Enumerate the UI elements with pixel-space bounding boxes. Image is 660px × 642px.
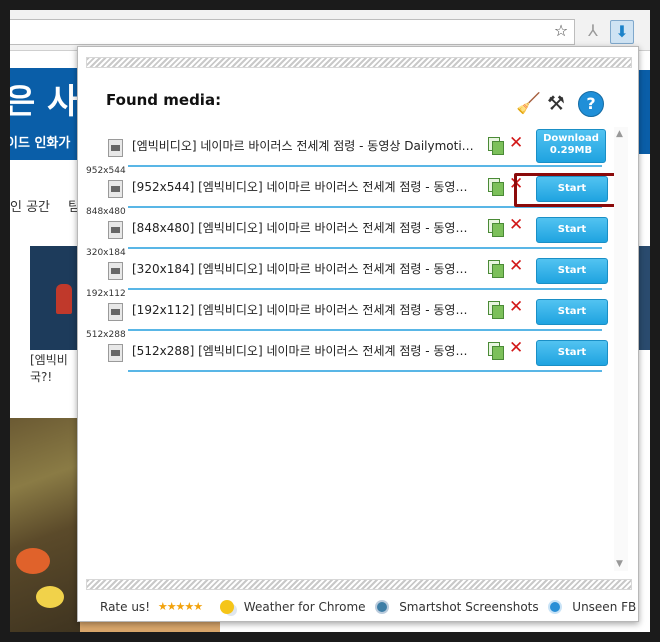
popup-title: Found media: bbox=[106, 91, 222, 109]
media-name: [320x184] [엠빅비디오] 네이마르 바이러스 전세계 점령 - 동영상… bbox=[132, 262, 476, 276]
copy-link-icon[interactable] bbox=[488, 342, 504, 360]
weather-icon bbox=[219, 599, 234, 614]
media-downloader-popup: Found media: 🧹 ⚒ ? [엠빅비디오] 네이마르 바이러스 전세계… bbox=[77, 46, 639, 622]
copy-link-icon[interactable] bbox=[488, 219, 504, 237]
copy-link-icon[interactable] bbox=[488, 178, 504, 196]
video-file-icon bbox=[108, 303, 123, 321]
media-resolution: 320x184 bbox=[86, 248, 126, 258]
video-caption[interactable]: [엠빅비 국?! bbox=[30, 352, 68, 386]
caption-line-2: 국?! bbox=[30, 370, 53, 384]
smartshot-link[interactable]: Smartshot Screenshots bbox=[399, 600, 538, 614]
unseen-link[interactable]: Unseen FB bbox=[572, 600, 636, 614]
scroll-up-icon[interactable]: ▲ bbox=[616, 129, 623, 139]
download-extension-icon[interactable]: ⬇ bbox=[610, 20, 634, 44]
scroll-down-icon[interactable]: ▼ bbox=[616, 559, 623, 569]
media-item: [엠빅비디오] 네이마르 바이러스 전세계 점령 - 동영상 Dailymoti… bbox=[78, 127, 614, 167]
media-name: [엠빅비디오] 네이마르 바이러스 전세계 점령 - 동영상 Dailymoti… bbox=[132, 139, 476, 153]
browser-toolbar: ☆ ⅄ ⬇ bbox=[10, 10, 650, 51]
page-banner: 은 사건 이드 인화가 bbox=[10, 68, 80, 160]
banner-subheading: 이드 인화가 bbox=[10, 136, 71, 151]
browser-window: ☆ ⅄ ⬇ 은 사건 이드 인화가 인 공간 팀 [엠빅비 국?! Found … bbox=[10, 10, 650, 632]
start-button[interactable]: Start bbox=[536, 258, 608, 284]
video-file-icon bbox=[108, 180, 123, 198]
unseen-icon bbox=[548, 599, 563, 614]
video-file-icon bbox=[108, 139, 123, 157]
popup-top-divider bbox=[86, 57, 632, 68]
media-resolution: 512x288 bbox=[86, 330, 126, 340]
delete-icon[interactable]: ✕ bbox=[509, 297, 523, 317]
media-item: 512x288 [512x288] [엠빅비디오] 네이마르 바이러스 전세계 … bbox=[78, 330, 614, 372]
help-icon[interactable]: ? bbox=[578, 91, 604, 117]
popup-scrollbar[interactable]: ▲ ▼ bbox=[614, 127, 628, 571]
media-item: 320x184 [320x184] [엠빅비디오] 네이마르 바이러스 전세계 … bbox=[78, 248, 614, 290]
delete-icon[interactable]: ✕ bbox=[509, 338, 523, 358]
video-thumbnail-right[interactable] bbox=[638, 246, 650, 350]
star-icon[interactable]: ☆ bbox=[550, 20, 572, 42]
media-name: [848x480] [엠빅비디오] 네이마르 바이러스 전세계 점령 - 동영상… bbox=[132, 221, 476, 235]
download-button-label: Download bbox=[543, 133, 599, 144]
download-size: 0.29MB bbox=[549, 145, 593, 156]
media-name: [512x288] [엠빅비디오] 네이마르 바이러스 전세계 점령 - 동영상… bbox=[132, 344, 476, 358]
address-bar[interactable] bbox=[10, 19, 575, 45]
start-button[interactable]: Start bbox=[536, 299, 608, 325]
page-nav-text[interactable]: 인 공간 bbox=[10, 196, 50, 215]
rating-stars-icon[interactable]: ★★★★★ bbox=[158, 600, 203, 613]
download-button[interactable]: Download 0.29MB bbox=[536, 129, 606, 163]
media-name: [952x544] [엠빅비디오] 네이마르 바이러스 전세계 점령 - 동영상… bbox=[132, 180, 476, 194]
video-file-icon bbox=[108, 221, 123, 239]
smartshot-icon bbox=[375, 599, 390, 614]
rate-us-link[interactable]: Rate us! bbox=[100, 600, 150, 614]
copy-link-icon[interactable] bbox=[488, 137, 504, 155]
video-file-icon bbox=[108, 262, 123, 280]
popup-footer: Rate us! ★★★★★ Weather for Chrome Smarts… bbox=[100, 599, 636, 617]
media-item: 192x112 [192x112] [엠빅비디오] 네이마르 바이러스 전세계 … bbox=[78, 289, 614, 331]
page-banner-right bbox=[638, 70, 650, 154]
start-button[interactable]: Start bbox=[536, 340, 608, 366]
delete-icon[interactable]: ✕ bbox=[509, 256, 523, 276]
highlight-box bbox=[514, 173, 620, 207]
weather-link[interactable]: Weather for Chrome bbox=[244, 600, 366, 614]
media-item: 848x480 [848x480] [엠빅비디오] 네이마르 바이러스 전세계 … bbox=[78, 207, 614, 249]
popup-bottom-divider bbox=[86, 579, 632, 590]
media-name: [192x112] [엠빅비디오] 네이마르 바이러스 전세계 점령 - 동영상… bbox=[132, 303, 476, 317]
delete-icon[interactable]: ✕ bbox=[509, 215, 523, 235]
tools-icon[interactable]: ⚒ bbox=[544, 91, 568, 115]
page-photo bbox=[10, 418, 80, 632]
broom-icon[interactable]: 🧹 bbox=[516, 91, 541, 115]
pdf-extension-icon[interactable]: ⅄ bbox=[582, 20, 604, 42]
video-file-icon bbox=[108, 344, 123, 362]
caption-line-1: [엠빅비 bbox=[30, 353, 68, 367]
banner-heading: 은 사건 bbox=[10, 82, 80, 122]
media-resolution: 848x480 bbox=[86, 207, 126, 217]
media-resolution: 192x112 bbox=[86, 289, 126, 299]
media-resolution: 952x544 bbox=[86, 166, 126, 176]
copy-link-icon[interactable] bbox=[488, 301, 504, 319]
start-button[interactable]: Start bbox=[536, 217, 608, 243]
copy-link-icon[interactable] bbox=[488, 260, 504, 278]
delete-icon[interactable]: ✕ bbox=[509, 133, 523, 153]
